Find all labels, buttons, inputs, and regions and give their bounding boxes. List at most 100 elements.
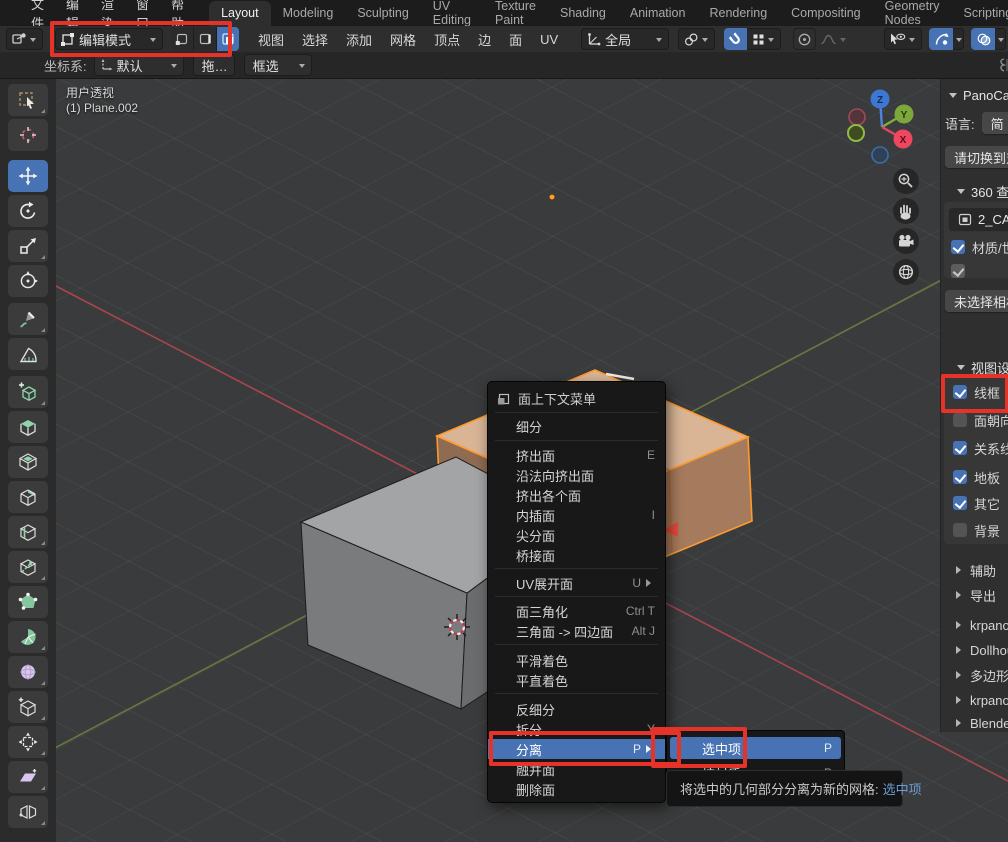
tool-poly-build[interactable] [8,586,48,618]
face-select-button[interactable] [217,27,239,51]
tab-sculpting[interactable]: Sculpting [345,1,420,26]
tab-compositing[interactable]: Compositing [779,1,872,26]
show-overlays-dropdown[interactable] [971,28,1006,50]
editor-type-selector[interactable] [6,28,43,50]
pivot-point-dropdown[interactable] [678,28,715,50]
tab-layout[interactable]: Layout [209,1,271,26]
other-checkbox[interactable] [953,496,967,510]
proportional-edit-toggle[interactable] [793,28,816,50]
tool-bevel[interactable] [8,481,48,513]
menu-item-uv-unwrap[interactable]: UV展开面 U [488,573,665,593]
tool-edge-slide[interactable] [8,691,48,723]
collapsed-dollhouse[interactable]: Dollhou [949,639,1008,661]
show-gizmo-dropdown[interactable] [929,28,964,50]
snap-with-dropdown[interactable] [747,28,781,50]
tool-extrude-region[interactable] [8,411,48,443]
menu-item-separate[interactable]: 分离 P [488,739,665,759]
menu-item-extrude-along-normals[interactable]: 沿法向挤出面 [488,465,665,485]
overlays-toggle-button[interactable] [971,28,995,50]
gizmo-toggle-button[interactable] [929,28,953,50]
menu-item-split[interactable]: 拆分Y [488,719,665,739]
menu-item-dissolve-faces[interactable]: 融并面 [488,759,665,779]
menu-item-inset-faces[interactable]: 内插面I [488,505,665,525]
tool-tweak-select[interactable] [8,84,48,116]
toggle-relationship-lines[interactable]: 关系线 [953,437,1008,459]
toggle-other[interactable]: 其它 [953,492,1000,514]
tab-scripting[interactable]: Scripting [952,1,1008,26]
tool-shear[interactable] [8,761,48,793]
tool-shrink-fatten[interactable] [8,726,48,758]
vertex-select-button[interactable] [171,27,194,51]
menu-item-extrude-individual[interactable]: 挤出各个面 [488,485,665,505]
select-mode-dropdown[interactable]: 框选 [244,54,312,76]
mode-dropdown[interactable]: 编辑模式 [55,28,163,50]
material-world-row[interactable]: 材质/世界 [951,236,1008,258]
relationship-lines-checkbox[interactable] [953,441,967,455]
zoom-button[interactable] [893,168,919,194]
toggle-wireframe[interactable]: 线框 [953,381,1000,403]
tool-annotate[interactable] [8,303,48,335]
menu-item-delete-faces[interactable]: 删除面 [488,779,665,799]
toggle-floor[interactable]: 地板 [953,466,1000,488]
tool-smooth[interactable] [8,656,48,688]
section-360-header[interactable]: 360 查 [953,180,1008,202]
collapsed-krpano-2[interactable]: krpano [949,689,1008,711]
menu-item-bridge-faces[interactable]: 桥接面 [488,545,665,565]
submenu-item-selection[interactable]: 选中项P [670,737,841,759]
gizmo-neg-y-axis[interactable] [848,125,864,141]
falloff-dropdown[interactable] [816,28,852,50]
transform-orientation-dropdown[interactable]: 全局 [581,28,669,50]
section-view-header[interactable]: 视图设 [953,356,1008,378]
tab-rendering[interactable]: Rendering [697,1,779,26]
menu-item-triangulate[interactable]: 面三角化Ctrl T [488,601,665,621]
sub-checkbox[interactable] [951,264,965,278]
wireframe-checkbox[interactable] [953,385,967,399]
ortho-grid-button[interactable] [893,259,919,285]
tool-rip-region[interactable] [8,796,48,828]
camera-selector[interactable]: 2_CAM [949,208,1008,230]
gizmo-neg-x-axis[interactable] [849,109,865,125]
material-world-checkbox[interactable] [951,240,965,254]
coord-system-dropdown[interactable]: 默认 [94,54,184,76]
menu-mesh[interactable]: 网格 [381,30,425,49]
menu-vertex[interactable]: 顶点 [425,30,469,49]
menu-item-extrude-faces[interactable]: 挤出面E [488,445,665,465]
show-selectability-dropdown[interactable] [884,28,922,50]
tool-add-cube[interactable] [8,376,48,408]
collapsed-polygon[interactable]: 多边形 [949,664,1008,686]
tool-scale[interactable] [8,230,48,262]
toggle-face-orientation[interactable]: 面朝向 [953,409,1008,431]
menu-item-poke-faces[interactable]: 尖分面 [488,525,665,545]
gizmo-neg-z-axis[interactable] [872,147,888,163]
menu-item-shade-smooth[interactable]: 平滑着色 [488,650,665,670]
drag-dropdown[interactable]: 拖… [193,54,235,76]
switch-notice-button[interactable]: 请切换到对 [945,146,1008,168]
edge-select-button[interactable] [194,27,217,51]
no-camera-button[interactable]: 未选择相机 [945,290,1008,312]
tool-spin[interactable] [8,621,48,653]
floor-checkbox[interactable] [953,470,967,484]
menu-item-subdivide[interactable]: 细分 [488,416,665,436]
sub-checkbox-row[interactable] [951,260,972,282]
tool-loop-cut[interactable] [8,516,48,548]
tab-shading[interactable]: Shading [548,1,618,26]
menu-view[interactable]: 视图 [249,30,293,49]
tool-cursor[interactable] [8,119,48,151]
tool-knife[interactable] [8,551,48,583]
language-button[interactable]: 简 [982,112,1008,134]
panel-header-panocam[interactable]: PanoCam [945,84,1008,106]
snap-toggle-button[interactable] [724,28,747,50]
menu-item-shade-flat[interactable]: 平直着色 [488,670,665,690]
menu-edge[interactable]: 边 [469,30,500,49]
background-checkbox[interactable] [953,523,967,537]
menu-add[interactable]: 添加 [337,30,381,49]
collapsed-export[interactable]: 导出 [949,584,996,606]
collapsed-blender[interactable]: Blende [949,712,1008,732]
tool-inset-faces[interactable] [8,446,48,478]
tool-measure[interactable] [8,338,48,370]
menu-item-unsubdivide[interactable]: 反细分 [488,699,665,719]
toggle-background[interactable]: 背景 [953,519,1000,541]
navigation-gizmo[interactable]: Z Y X [848,90,914,164]
tool-move[interactable] [8,160,48,192]
menu-uv[interactable]: UV [531,32,567,47]
